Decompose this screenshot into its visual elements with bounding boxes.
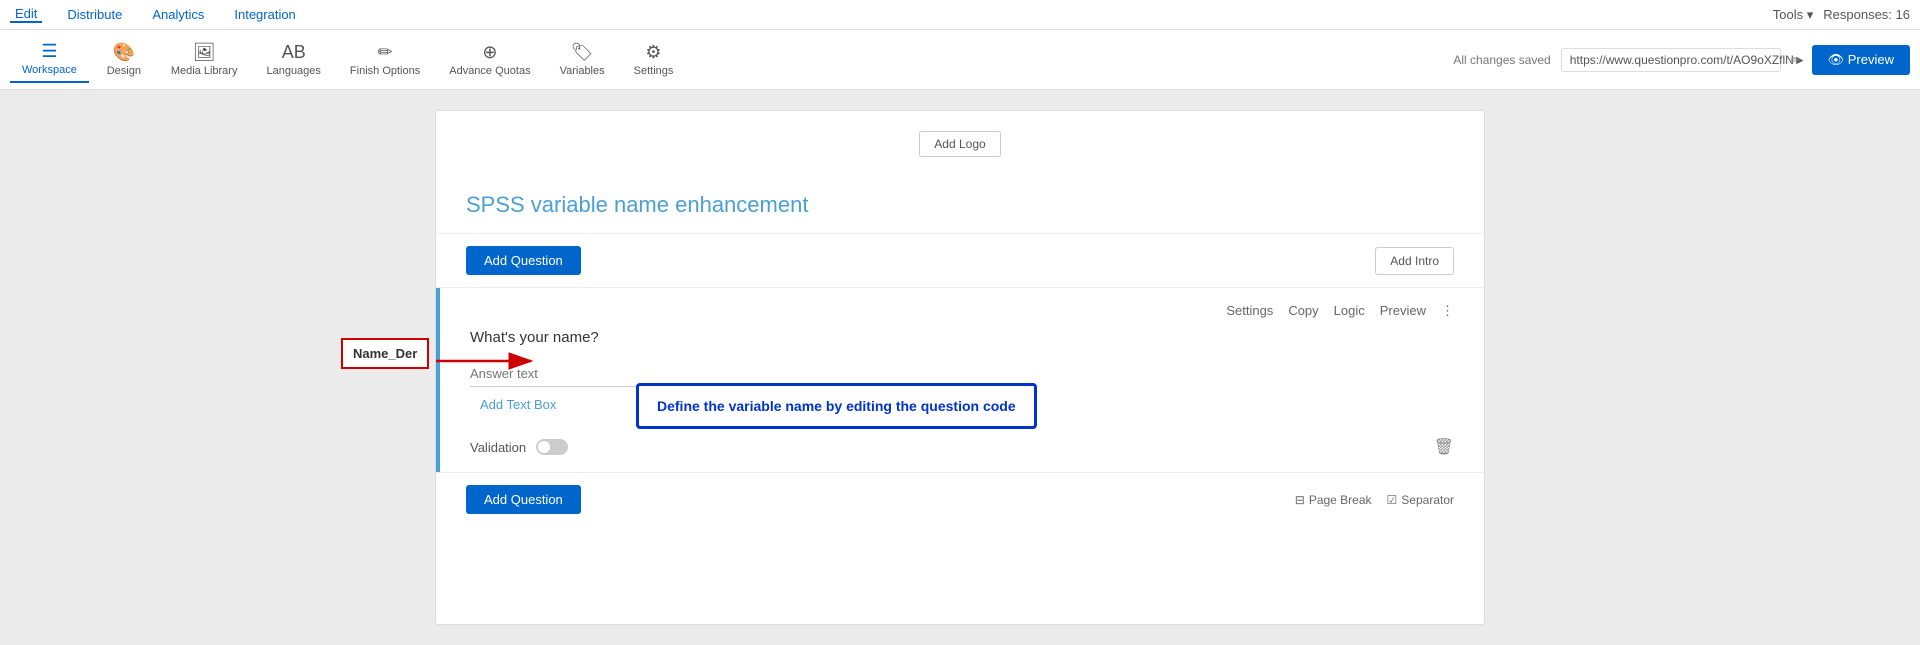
preview-action[interactable]: Preview (1380, 303, 1426, 319)
toolbar-variables[interactable]: 🏷 Variables (548, 38, 617, 82)
page-break-label: Page Break (1309, 493, 1372, 507)
workspace-icon: ☰ (41, 42, 57, 60)
nav-edit[interactable]: Edit (10, 6, 42, 23)
languages-label: Languages (266, 65, 320, 77)
url-edit-icon[interactable]: ✏ (1791, 52, 1802, 68)
media-library-icon: 🖼 (193, 43, 216, 61)
page-break-button[interactable]: ⊟ Page Break (1295, 493, 1372, 507)
workspace-label: Workspace (22, 64, 77, 76)
validation-row: Validation 🗑 (470, 427, 1454, 457)
toolbar-design[interactable]: 🎨 Design (94, 38, 154, 82)
add-question-top-bar: Add Question Add Intro (436, 234, 1484, 288)
advance-quotas-label: Advance Quotas (449, 65, 530, 77)
variables-label: Variables (560, 65, 605, 77)
settings-label: Settings (634, 65, 674, 77)
separator-icon: ☑ (1387, 493, 1398, 507)
survey-container: Add Logo SPSS variable name enhancement … (435, 110, 1485, 625)
design-label: Design (107, 65, 141, 77)
question-wrapper: Name_Der Define the variable name by edi… (436, 288, 1484, 472)
nav-distribute[interactable]: Distribute (62, 7, 127, 22)
survey-url[interactable]: https://www.questionpro.com/t/AO9oXZflN► (1561, 48, 1781, 72)
toolbar-advance-quotas[interactable]: ⊕ Advance Quotas (437, 38, 542, 82)
all-changes-saved: All changes saved (1453, 53, 1550, 67)
validation-label: Validation (470, 440, 526, 455)
separator-label: Separator (1401, 493, 1454, 507)
variables-icon: 🏷 (571, 43, 594, 61)
survey-title: SPSS variable name enhancement (466, 182, 1454, 218)
toolbar-languages[interactable]: AB Languages (254, 38, 332, 82)
preview-button[interactable]: 👁 Preview (1812, 45, 1910, 75)
toolbar-right: All changes saved https://www.questionpr… (1453, 45, 1910, 75)
add-question-bottom-button[interactable]: Add Question (466, 485, 581, 514)
media-library-label: Media Library (171, 65, 238, 77)
page-break-icon: ⊟ (1295, 493, 1305, 507)
toolbar-workspace[interactable]: ☰ Workspace (10, 37, 89, 83)
bottom-bar: Add Question ⊟ Page Break ☑ Separator (436, 472, 1484, 526)
advance-quotas-icon: ⊕ (482, 43, 497, 61)
add-logo-button[interactable]: Add Logo (919, 131, 1000, 157)
delete-question-icon[interactable]: 🗑 (1434, 437, 1454, 457)
annotation-tooltip: Define the variable name by editing the … (636, 383, 1037, 429)
copy-action[interactable]: Copy (1288, 303, 1318, 319)
toolbar-media-library[interactable]: 🖼 Media Library (159, 38, 250, 82)
toolbar: ☰ Workspace 🎨 Design 🖼 Media Library AB … (0, 30, 1920, 90)
top-nav-right: Tools ▾ Responses: 16 (1773, 7, 1910, 23)
nav-integration[interactable]: Integration (229, 7, 300, 22)
question-block: Settings Copy Logic Preview ⋮ What's you… (436, 288, 1484, 472)
languages-icon: AB (282, 43, 306, 61)
toolbar-finish-options[interactable]: ✏ Finish Options (338, 38, 432, 82)
logic-action[interactable]: Logic (1334, 303, 1365, 319)
question-actions: Settings Copy Logic Preview ⋮ (470, 303, 1454, 319)
survey-header: Add Logo SPSS variable name enhancement (436, 111, 1484, 234)
settings-action[interactable]: Settings (1226, 303, 1273, 319)
settings-icon: ⚙ (645, 43, 661, 61)
responses-count: Responses: 16 (1823, 7, 1910, 22)
nav-analytics[interactable]: Analytics (147, 7, 209, 22)
main-content: Add Logo SPSS variable name enhancement … (0, 90, 1920, 645)
add-text-box-link[interactable]: Add Text Box (480, 397, 556, 412)
bottom-bar-right: ⊟ Page Break ☑ Separator (1295, 493, 1454, 507)
finish-options-icon: ✏ (378, 43, 393, 61)
validation-toggle[interactable] (536, 439, 568, 455)
tools-button[interactable]: Tools ▾ (1773, 7, 1814, 23)
more-options-icon[interactable]: ⋮ (1441, 303, 1454, 319)
toolbar-settings[interactable]: ⚙ Settings (622, 38, 686, 82)
top-nav: Edit Distribute Analytics Integration To… (0, 0, 1920, 30)
separator-button[interactable]: ☑ Separator (1387, 493, 1454, 507)
design-icon: 🎨 (113, 43, 135, 61)
variable-tag[interactable]: Name_Der (341, 338, 429, 369)
question-text: What's your name? (470, 329, 1454, 346)
add-question-top-button[interactable]: Add Question (466, 246, 581, 275)
add-intro-button[interactable]: Add Intro (1375, 247, 1454, 275)
finish-options-label: Finish Options (350, 65, 420, 77)
